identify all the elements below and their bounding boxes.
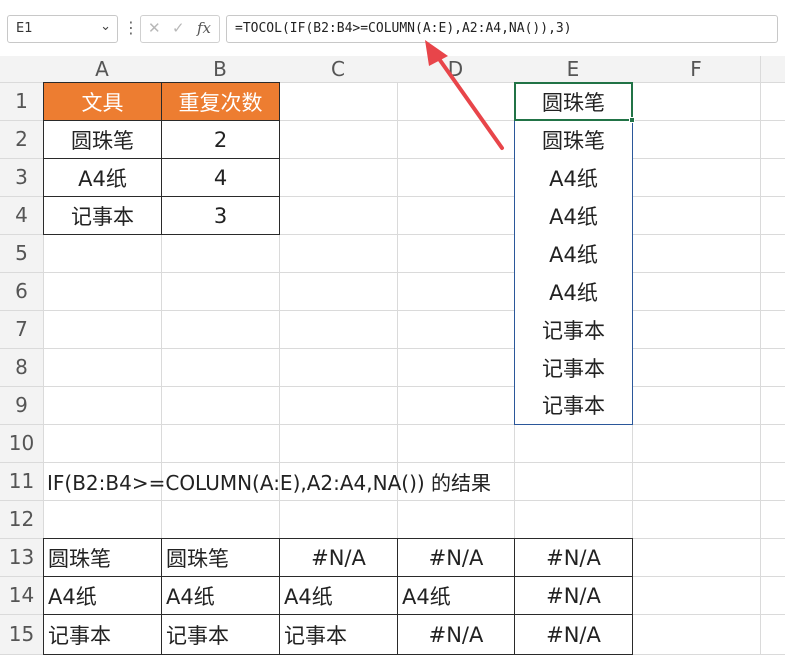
cancel-icon[interactable]: ✕ [148,19,161,37]
if-result-cell[interactable]: A4纸 [279,576,398,615]
insert-function-icon[interactable]: fx [197,19,211,37]
column-header-d[interactable]: D [397,56,514,82]
gridline-horizontal [0,272,785,273]
column-header-b[interactable]: B [161,56,279,82]
name-box[interactable]: E1 ⌄ [7,15,118,43]
table-header-cell[interactable]: 文具 [43,82,162,121]
if-result-cell[interactable]: A4纸 [43,576,162,615]
formula-text: =TOCOL(IF(B2:B4>=COLUMN(A:E),A2:A4,NA())… [235,21,572,36]
gridline-horizontal [0,500,785,501]
column-header-f[interactable]: F [632,56,760,82]
formula-tools: ✕ ✓ fx [140,15,220,43]
table-cell[interactable]: A4纸 [43,158,162,197]
result-cell[interactable]: A4纸 [514,196,633,235]
gridline-horizontal [0,386,785,387]
gridline-horizontal [0,348,785,349]
row-header-7[interactable]: 7 [0,310,43,348]
column-header-c[interactable]: C [279,56,397,82]
table-cell[interactable]: 3 [161,196,280,235]
if-result-cell[interactable]: #N/A [397,538,515,577]
row-header-3[interactable]: 3 [0,158,43,196]
if-result-cell[interactable]: 圆珠笔 [161,538,280,577]
table-cell[interactable]: 4 [161,158,280,197]
table-cell[interactable]: 圆珠笔 [43,120,162,159]
row-header-13[interactable]: 13 [0,538,43,576]
result-cell[interactable]: 记事本 [514,386,633,425]
note-text[interactable]: IF(B2:B4>=COLUMN(A:E),A2:A4,NA()) 的结果 [43,462,743,500]
result-cell[interactable]: A4纸 [514,234,633,273]
spreadsheet-grid[interactable]: A B C D E F 1 2 3 4 5 6 7 8 9 10 11 12 13 14 15 文具 重复次数 圆珠笔 2 A4纸… [0,56,785,655]
if-result-cell[interactable]: #N/A [514,614,633,655]
if-result-cell[interactable]: 记事本 [279,614,398,655]
chevron-down-icon[interactable]: ⌄ [100,19,111,34]
table-cell[interactable]: 记事本 [43,196,162,235]
if-result-cell[interactable]: 记事本 [43,614,162,655]
if-result-cell[interactable]: 圆珠笔 [43,538,162,577]
result-cell[interactable]: A4纸 [514,158,633,197]
formula-bar: E1 ⌄ ⋮ ✕ ✓ fx =TOCOL(IF(B2:B4>=COLUMN(A:… [0,0,785,56]
row-header-12[interactable]: 12 [0,500,43,538]
more-options-icon[interactable]: ⋮ [123,15,139,43]
column-header-a[interactable]: A [43,56,161,82]
gridline-horizontal [0,424,785,425]
row-header-9[interactable]: 9 [0,386,43,424]
if-result-cell[interactable]: #N/A [514,538,633,577]
gridline-vertical [760,56,761,654]
table-cell[interactable]: 2 [161,120,280,159]
row-header-11[interactable]: 11 [0,462,43,500]
row-header-4[interactable]: 4 [0,196,43,234]
fill-handle[interactable] [629,117,635,123]
row-header-14[interactable]: 14 [0,576,43,614]
row-header-6[interactable]: 6 [0,272,43,310]
selected-cell-e1[interactable] [514,82,633,121]
confirm-icon[interactable]: ✓ [172,19,185,37]
result-cell[interactable]: A4纸 [514,272,633,311]
result-cell[interactable]: 记事本 [514,310,633,349]
column-header-e[interactable]: E [514,56,632,82]
table-header-cell[interactable]: 重复次数 [161,82,280,121]
row-header-1[interactable]: 1 [0,82,43,120]
if-result-cell[interactable]: A4纸 [161,576,280,615]
if-result-cell[interactable]: A4纸 [397,576,515,615]
row-header-8[interactable]: 8 [0,348,43,386]
formula-input[interactable]: =TOCOL(IF(B2:B4>=COLUMN(A:E),A2:A4,NA())… [226,15,778,43]
if-result-cell[interactable]: 记事本 [161,614,280,655]
gridline-horizontal [0,310,785,311]
row-header-15[interactable]: 15 [0,614,43,654]
row-header-2[interactable]: 2 [0,120,43,158]
row-header-5[interactable]: 5 [0,234,43,272]
row-header-10[interactable]: 10 [0,424,43,462]
if-result-cell[interactable]: #N/A [514,576,633,615]
result-cell[interactable]: 圆珠笔 [514,120,633,159]
result-cell[interactable]: 记事本 [514,348,633,387]
name-box-value: E1 [16,21,33,36]
if-result-cell[interactable]: #N/A [397,614,515,655]
if-result-cell[interactable]: #N/A [279,538,398,577]
